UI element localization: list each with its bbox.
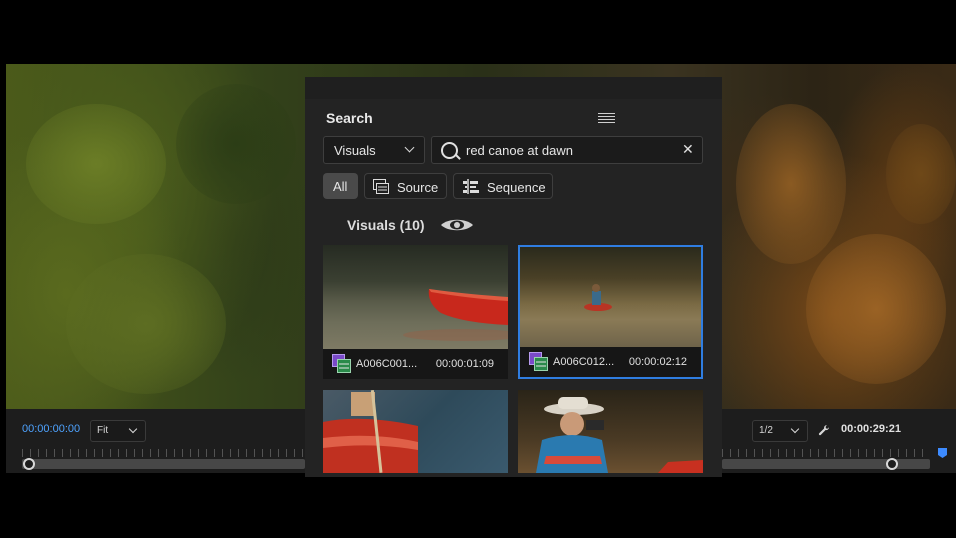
- chevron-down-icon: [128, 424, 138, 434]
- sequence-icon: [463, 179, 479, 194]
- search-panel: Search Visuals ✕ All Source Sequenc: [305, 77, 722, 477]
- zoom-level-value: Fit: [97, 425, 109, 436]
- result-card[interactable]: [518, 390, 703, 473]
- result-filename: A006C012...: [553, 356, 615, 368]
- result-duration: 00:00:02:12: [628, 356, 687, 368]
- time-ruler-left: [22, 449, 305, 457]
- time-ruler-right: [722, 449, 930, 457]
- filter-sequence-button[interactable]: Sequence: [453, 173, 553, 199]
- results-section-label: Visuals (10): [347, 217, 425, 233]
- clip-file-icon: [332, 354, 351, 373]
- result-card[interactable]: [323, 390, 508, 473]
- search-scope-dropdown[interactable]: Visuals: [323, 136, 425, 164]
- chevron-down-icon: [404, 142, 415, 153]
- eye-icon[interactable]: [440, 217, 474, 233]
- chevron-down-icon: [790, 424, 800, 434]
- result-thumbnail: [518, 390, 703, 473]
- wrench-icon[interactable]: [818, 424, 831, 437]
- search-scope-value: Visuals: [334, 143, 376, 158]
- result-filename: A006C001...: [356, 358, 418, 370]
- search-field[interactable]: ✕: [431, 136, 703, 164]
- filter-all-button[interactable]: All: [323, 173, 358, 199]
- panel-title: Search: [326, 110, 373, 126]
- result-duration: 00:00:01:09: [435, 358, 494, 370]
- result-thumbnail: [520, 247, 701, 351]
- zoom-level-dropdown[interactable]: Fit: [90, 420, 146, 442]
- filter-all-label: All: [333, 179, 348, 194]
- result-footer: A006C001... 00:00:01:09: [323, 349, 508, 379]
- filter-source-label: Source: [397, 180, 439, 195]
- filter-sequence-label: Sequence: [487, 180, 546, 195]
- playhead-icon[interactable]: [23, 458, 35, 470]
- close-icon[interactable]: ✕: [682, 141, 694, 157]
- result-card[interactable]: A006C001... 00:00:01:09: [323, 245, 508, 379]
- hamburger-menu-icon[interactable]: [598, 113, 615, 123]
- result-footer: A006C012... 00:00:02:12: [520, 347, 701, 377]
- result-card[interactable]: A006C012... 00:00:02:12: [518, 245, 703, 379]
- result-thumbnail: [323, 390, 508, 473]
- source-clip-icon: [373, 179, 389, 194]
- duration-timecode: 00:00:29:21: [841, 423, 901, 435]
- filter-source-button[interactable]: Source: [364, 173, 447, 199]
- result-thumbnail: [323, 245, 508, 349]
- current-timecode[interactable]: 00:00:00:00: [22, 423, 80, 435]
- scrub-track-right[interactable]: [722, 459, 930, 469]
- out-point-handle[interactable]: [886, 458, 898, 470]
- panel-header-strip: [305, 77, 722, 99]
- playback-resolution-dropdown[interactable]: 1/2: [752, 420, 808, 442]
- search-input[interactable]: [466, 140, 666, 160]
- search-icon: [441, 142, 458, 159]
- scrub-track-left[interactable]: [22, 459, 305, 469]
- clip-file-icon: [529, 352, 548, 371]
- playback-resolution-value: 1/2: [759, 425, 773, 436]
